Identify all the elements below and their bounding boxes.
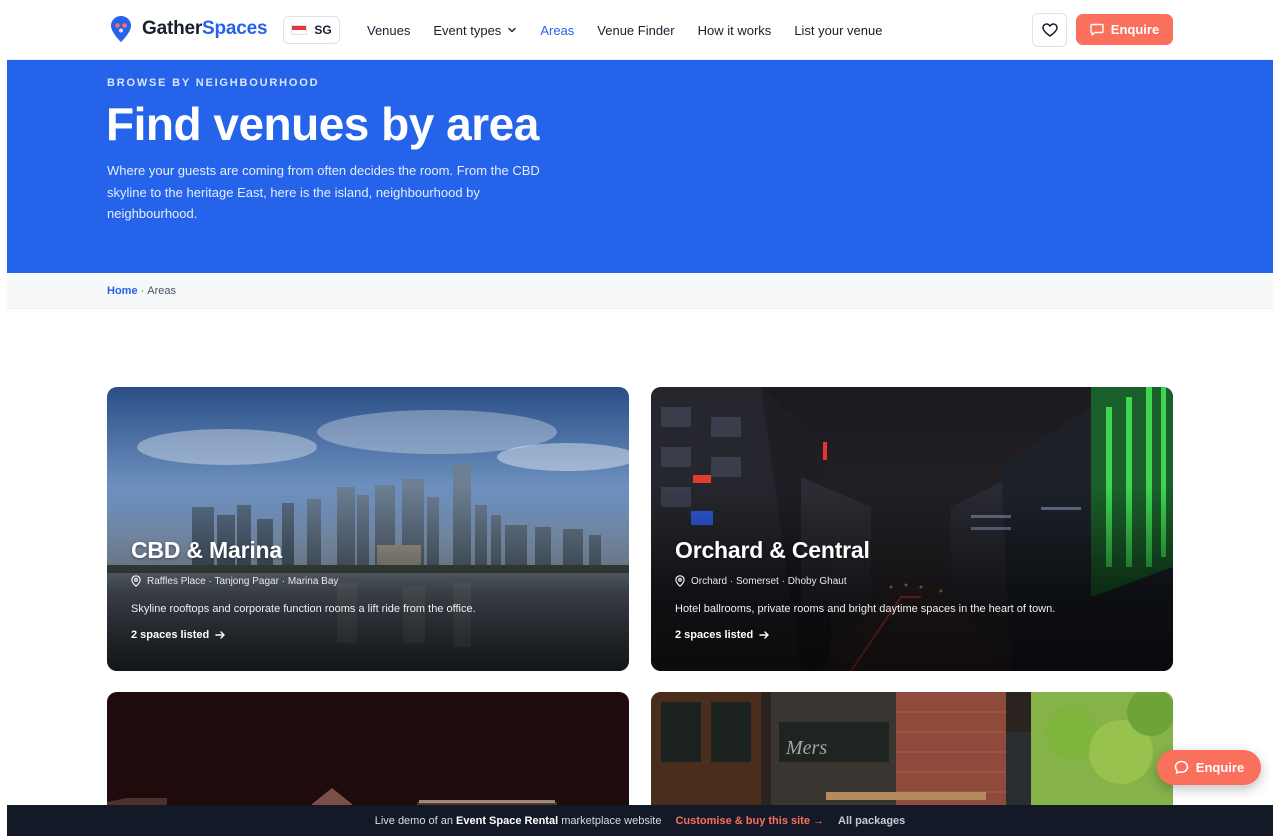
card-count-text: 2 spaces listed (675, 629, 754, 641)
card-count-text: 2 spaces listed (131, 629, 210, 641)
site-header: GatherSpaces SG Venues Event types Areas… (7, 0, 1273, 60)
floating-enquire-label: Enquire (1195, 760, 1245, 775)
singapore-flag-icon (291, 25, 308, 35)
nav-how-it-works[interactable]: How it works (698, 23, 772, 38)
nav-areas-label: Areas (540, 22, 575, 38)
customise-buy-link[interactable]: Customise & buy this site → (675, 815, 824, 827)
main-nav: Venues Event types Areas Venue Finder Ho… (367, 0, 882, 60)
arrow-right-icon (759, 631, 769, 639)
country-code: SG (314, 23, 332, 37)
header-enquire-label: Enquire (1110, 22, 1160, 37)
map-pin-icon (675, 575, 685, 587)
arrow-right-icon (215, 631, 225, 639)
logo[interactable]: GatherSpaces (110, 15, 268, 43)
sign-lettering: Mers (785, 737, 827, 759)
nav-list-your-venue[interactable]: List your venue (794, 23, 882, 38)
card-locations-text: Orchard · Somerset · Dhoby Ghaut (691, 575, 847, 587)
breadcrumb-separator: · (140, 284, 145, 297)
nav-event-types[interactable]: Event types (433, 23, 517, 38)
nav-venues-label: Venues (367, 22, 411, 38)
nav-venues[interactable]: Venues (367, 23, 410, 38)
card-title: Orchard & Central (675, 537, 870, 563)
chevron-down-icon (508, 27, 517, 33)
nav-venue-finder-label: Venue Finder (597, 22, 675, 38)
hero-description: Where your guests are coming from often … (107, 163, 540, 221)
card-locations: Orchard · Somerset · Dhoby Ghaut (675, 575, 847, 587)
all-packages-link[interactable]: All packages (838, 815, 905, 827)
location-pin-logo-icon (111, 16, 131, 42)
card-count: 2 spaces listed (131, 629, 226, 641)
map-pin-icon (131, 575, 141, 587)
header-enquire-button[interactable]: Enquire (1076, 14, 1173, 45)
nav-areas[interactable]: Areas (540, 23, 574, 38)
card-locations-text: Raffles Place · Tanjong Pagar · Marina B… (147, 575, 339, 587)
demo-suffix: marketplace website (561, 814, 662, 827)
logo-text: GatherSpaces (142, 18, 268, 39)
country-selector[interactable]: SG (283, 16, 340, 44)
card-title: CBD & Marina (131, 537, 282, 563)
page-title: Find venues by area (106, 98, 539, 150)
area-card-orchard-central[interactable]: Orchard & Central Orchard · Somerset · D… (651, 387, 1173, 671)
breadcrumb: Home · Areas (7, 273, 1273, 309)
demo-banner: Live demo of an Event Space Rental marke… (7, 805, 1273, 836)
card-description: Skyline rooftops and corporate function … (131, 603, 476, 615)
demo-product: Event Space Rental (456, 814, 559, 827)
nav-event-types-label: Event types (433, 22, 502, 38)
demo-prefix: Live demo of an (374, 814, 453, 827)
breadcrumb-current: Areas (147, 284, 176, 297)
breadcrumb-home-link[interactable]: Home (107, 285, 138, 297)
hero-banner: BROWSE BY NEIGHBOURHOOD Find venues by a… (7, 60, 1273, 273)
nav-venue-finder[interactable]: Venue Finder (597, 23, 674, 38)
card-description: Hotel ballrooms, private rooms and brigh… (675, 603, 1056, 615)
heart-icon (1041, 23, 1058, 37)
nav-how-it-works-label: How it works (697, 22, 772, 38)
page-frame: GatherSpaces SG Venues Event types Areas… (7, 0, 1273, 836)
favorites-button[interactable] (1032, 13, 1067, 47)
message-icon (1090, 23, 1104, 36)
demo-text: Live demo of an Event Space Rental marke… (375, 815, 662, 827)
area-card-cbd-marina[interactable]: CBD & Marina Raffles Place · Tanjong Pag… (107, 387, 629, 671)
chat-bubble-icon (1174, 760, 1189, 774)
card-count: 2 spaces listed (675, 629, 770, 641)
nav-list-your-venue-label: List your venue (794, 22, 883, 38)
card-locations: Raffles Place · Tanjong Pagar · Marina B… (131, 575, 338, 587)
hero-eyebrow: BROWSE BY NEIGHBOURHOOD (107, 77, 320, 89)
floating-enquire-button[interactable]: Enquire (1157, 750, 1261, 785)
